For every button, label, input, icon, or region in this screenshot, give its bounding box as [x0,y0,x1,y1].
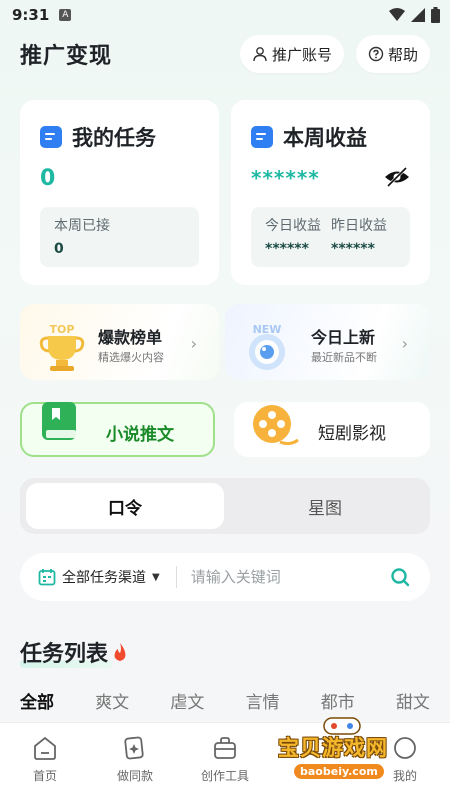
fire-icon [114,643,126,661]
book-icon [42,402,76,440]
calendar-icon [38,569,56,586]
user-icon [253,47,267,62]
today-earnings-label: 今日收益 [265,218,321,234]
trophy-icon: TOP [39,323,85,371]
new-today-title: 今日上新 [311,328,376,347]
new-today-subtitle: 最近新品不断 [311,351,377,364]
genre-tab[interactable]: 言情 [246,688,280,713]
help-label: 帮助 [387,45,418,64]
hot-list-banner[interactable]: TOP 爆款榜单 精选爆火内容 › [20,304,219,380]
earnings-total-hidden: ****** [251,166,320,190]
my-tasks-card[interactable]: 我的任务 0 本周已接 0 [20,100,219,285]
tab-home-label: 首页 [32,769,57,783]
tab-same-style[interactable]: 做同款 [90,723,180,800]
task-list-title: 任务列表 [20,642,109,667]
help-icon [368,46,384,62]
tab-short-drama-label: 短剧影视 [318,424,386,444]
tab-same-style-label: 做同款 [116,769,153,783]
earnings-head: 本周收益 [231,100,430,152]
status-icons [389,7,440,23]
yesterday-earnings-label: 昨日收益 [331,218,387,234]
status-bar: 9:31 A [0,0,450,30]
page-title: 推广变现 [20,44,113,69]
search-divider [175,566,177,588]
genre-tab[interactable]: 虐文 [170,688,204,713]
site-watermark: 宝贝游戏网 baobeiy.com [272,717,422,788]
document-icon [251,126,273,148]
film-reel-icon [253,405,299,446]
my-tasks-title: 我的任务 [72,126,156,150]
week-accepted-label: 本周已接 [54,218,110,234]
tab-novel-label: 小说推文 [106,425,174,445]
home-icon [34,736,56,760]
hot-list-subtitle: 精选爆火内容 [98,351,164,364]
genre-tabs: 全部 爽文 虐文 言情 都市 甜文 [20,688,430,713]
promo-account-label: 推广账号 [271,45,332,64]
keyword-search-input[interactable] [190,568,361,586]
task-list-heading: 任务列表 [20,636,128,668]
promo-account-button[interactable]: 推广账号 [239,35,344,73]
header-actions: 推广账号 帮助 [239,35,430,73]
document-icon [40,126,62,148]
tab-creation-tools-label: 创作工具 [200,769,249,783]
eye-off-icon[interactable] [384,166,410,188]
chevron-right-icon: › [401,334,408,353]
week-accepted-value: 0 [54,241,64,257]
signal-icon [411,8,425,22]
yesterday-earnings-value: ****** [331,241,375,257]
earnings-detail-box: 今日收益 昨日收益 ****** ****** [251,207,410,267]
watermark-url: baobeiy.com [294,764,384,779]
hot-list-title: 爆款榜单 [98,328,163,347]
segment-star-map[interactable]: 星图 [226,483,424,529]
tab-creation-tools[interactable]: 创作工具 [180,723,270,800]
channel-dropdown-label: 全部任务渠道 [62,570,146,586]
sparkle-card-icon [124,736,144,760]
tab-novel-promo[interactable]: 小说推文 [20,402,215,457]
my-tasks-total: 0 [40,166,56,191]
new-art-text: NEW [253,323,282,336]
channel-dropdown[interactable]: 全部任务渠道 ▼ [20,567,160,587]
today-earnings-value: ****** [265,241,309,257]
chevron-right-icon: › [190,334,197,353]
search-bar: 全部任务渠道 ▼ [20,553,430,601]
trophy-art-text: TOP [50,323,75,336]
new-today-banner[interactable]: NEW 今日上新 最近新品不断 › [225,304,430,380]
caret-down-icon: ▼ [152,571,160,583]
segment-password[interactable]: 口令 [26,483,224,529]
new-badge-icon: NEW [249,323,285,370]
tab-home[interactable]: 首页 [0,723,90,800]
genre-tab[interactable]: 爽文 [95,688,129,713]
wifi-icon [389,8,405,21]
search-icon[interactable] [390,567,410,587]
genre-tab-all[interactable]: 全部 [20,688,54,713]
genre-tab[interactable]: 甜文 [396,688,430,713]
week-accepted-box: 本周已接 0 [40,207,199,267]
tab-short-drama[interactable]: 短剧影视 [234,402,430,457]
help-button[interactable]: 帮助 [355,35,430,73]
watermark-text: 宝贝游戏网 [278,736,388,760]
weekly-earnings-card[interactable]: 本周收益 ****** 今日收益 昨日收益 ****** ****** [231,100,430,285]
header: 推广变现 推广账号 帮助 [0,32,450,76]
toolbox-icon [214,737,236,759]
genre-tab[interactable]: 都市 [321,688,355,713]
my-tasks-head: 我的任务 [20,100,219,152]
earnings-title: 本周收益 [283,126,367,150]
status-time: 9:31 [12,6,50,24]
notification-badge: A [59,9,72,21]
battery-icon [431,7,440,23]
segmented-control: 口令 星图 [20,478,430,534]
